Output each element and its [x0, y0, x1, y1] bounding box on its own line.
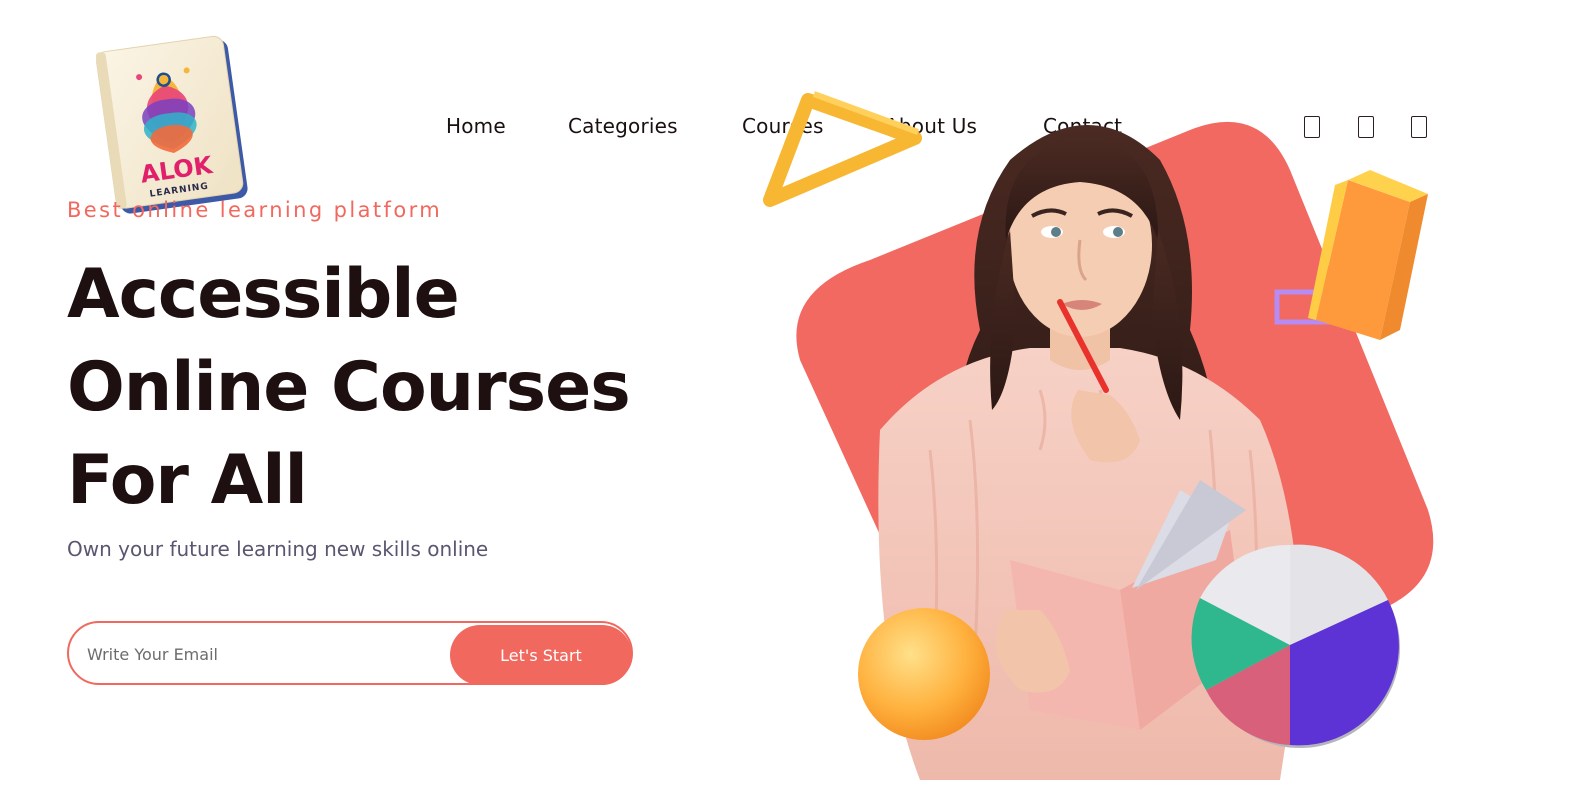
hero-tagline: Best online learning platform	[67, 198, 443, 222]
nav-item-home[interactable]: Home	[446, 114, 506, 138]
brand-logo[interactable]: ALOK LEARNING	[96, 32, 262, 216]
email-signup-form: Let's Start	[67, 621, 633, 685]
lets-start-button[interactable]: Let's Start	[450, 625, 632, 685]
hero-subtext: Own your future learning new skills onli…	[67, 537, 489, 561]
logo-book-icon: ALOK LEARNING	[96, 35, 248, 214]
nav-item-categories[interactable]: Categories	[568, 114, 678, 138]
hero-headline: Accessible Online Courses For All	[67, 248, 631, 527]
triangle-shape	[763, 91, 922, 207]
sphere-shape	[858, 608, 990, 740]
headline-line-3: For All	[67, 441, 308, 520]
email-input[interactable]	[87, 637, 447, 671]
hero-illustration	[760, 90, 1450, 796]
headline-line-2: Online Courses	[67, 348, 631, 427]
block-shape	[1308, 170, 1428, 340]
headline-line-1: Accessible	[67, 255, 460, 334]
